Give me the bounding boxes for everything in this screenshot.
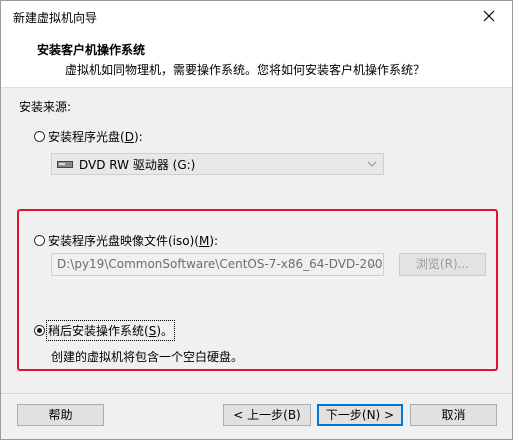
disc-label: 安装程序光盘(D): bbox=[48, 130, 143, 144]
drive-select-value: DVD RW 驱动器 (G:) bbox=[79, 157, 196, 172]
next-button[interactable]: 下一步(N) > bbox=[317, 404, 403, 426]
drive-select[interactable]: DVD RW 驱动器 (G:) bbox=[51, 153, 384, 175]
title-bar: 新建虚拟机向导 bbox=[1, 1, 512, 31]
disc-radio[interactable] bbox=[34, 131, 45, 142]
cancel-button[interactable]: 取消 bbox=[410, 404, 497, 426]
highlight-annotation bbox=[17, 209, 498, 371]
dvd-drive-icon bbox=[57, 161, 73, 168]
page-title: 安装客户机操作系统 bbox=[37, 43, 146, 57]
footer-divider bbox=[1, 393, 512, 394]
close-button[interactable] bbox=[466, 1, 512, 31]
chevron-down-icon bbox=[367, 161, 377, 167]
install-source-label: 安装来源: bbox=[19, 100, 72, 114]
help-button[interactable]: 帮助 bbox=[17, 404, 104, 426]
close-icon bbox=[483, 10, 495, 22]
window-title: 新建虚拟机向导 bbox=[13, 11, 98, 25]
disc-option[interactable]: 安装程序光盘(D): bbox=[34, 128, 143, 145]
back-button[interactable]: < 上一步(B) bbox=[223, 404, 311, 426]
wizard-window: 新建虚拟机向导 安装客户机操作系统 虚拟机如同物理机，需要操作系统。您将如何安装… bbox=[0, 0, 513, 440]
page-subtitle: 虚拟机如同物理机，需要操作系统。您将如何安装客户机操作系统？ bbox=[65, 63, 426, 77]
wizard-header: 安装客户机操作系统 虚拟机如同物理机，需要操作系统。您将如何安装客户机操作系统？ bbox=[1, 31, 512, 88]
